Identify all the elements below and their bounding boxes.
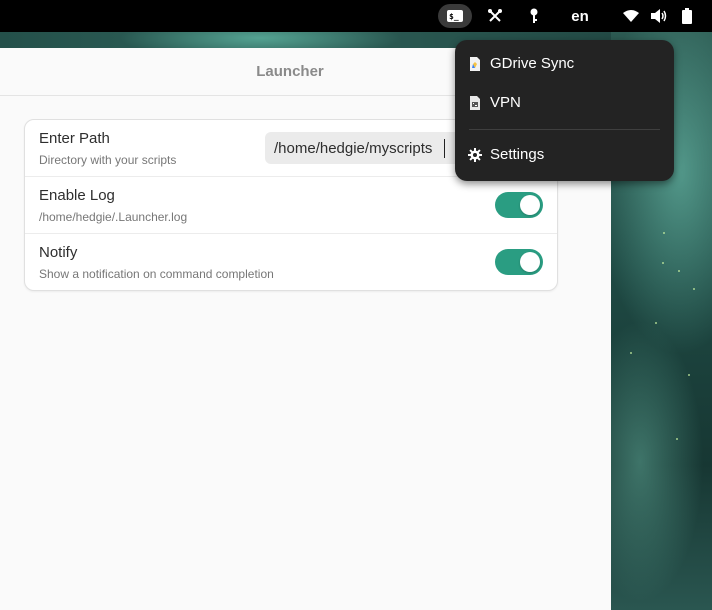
key-indicator[interactable] <box>524 0 544 32</box>
wallpaper-star <box>676 438 678 440</box>
volume-icon <box>651 9 667 23</box>
wifi-icon <box>623 10 639 22</box>
log-toggle[interactable] <box>495 192 543 218</box>
wallpaper-star <box>655 322 657 324</box>
top-bar: $_ en <box>0 0 712 32</box>
indicator-menu: GDrive Sync VPN Settings <box>455 40 674 181</box>
wallpaper-star <box>693 288 695 290</box>
notify-toggle[interactable] <box>495 249 543 275</box>
wallpaper-star <box>663 232 665 234</box>
path-entry[interactable] <box>265 132 465 164</box>
menu-item-label: VPN <box>490 94 521 111</box>
notify-row: Notify Show a notification on command co… <box>25 233 557 290</box>
wallpaper-star <box>662 262 664 264</box>
menu-item-label: Settings <box>490 146 545 163</box>
toggle-knob <box>520 252 540 272</box>
key-icon <box>530 8 538 23</box>
notify-subtitle: Show a notification on command completio… <box>39 267 274 281</box>
wallpaper-star <box>630 352 632 354</box>
toggle-knob <box>520 195 540 215</box>
wallpaper-star <box>688 374 690 376</box>
menu-item-label: GDrive Sync <box>490 55 575 72</box>
log-subtitle: /home/hedgie/.Launcher.log <box>39 210 188 224</box>
wallpaper-star <box>678 270 680 272</box>
path-title: Enter Path <box>39 130 110 147</box>
menu-item-settings[interactable]: Settings <box>455 138 674 172</box>
battery-icon <box>682 8 692 24</box>
terminal-icon: $_ <box>447 10 463 22</box>
keyboard-language[interactable]: en <box>564 0 596 32</box>
battery-indicator[interactable] <box>678 0 696 32</box>
tools-icon <box>488 9 502 22</box>
menu-item-gdrive-sync[interactable]: GDrive Sync <box>455 47 674 81</box>
tools-indicator[interactable] <box>484 0 506 32</box>
text-cursor <box>444 139 445 158</box>
path-subtitle: Directory with your scripts <box>39 153 177 167</box>
menu-separator <box>469 129 660 130</box>
path-input[interactable] <box>265 139 465 157</box>
gear-icon <box>468 148 482 162</box>
notify-title: Notify <box>39 244 78 261</box>
menu-item-vpn[interactable]: VPN <box>455 86 674 120</box>
terminal-indicator[interactable]: $_ <box>438 4 472 28</box>
script-icon <box>470 96 480 110</box>
document-icon <box>470 57 480 71</box>
wifi-indicator[interactable] <box>620 0 642 32</box>
log-title: Enable Log <box>39 187 115 204</box>
volume-indicator[interactable] <box>648 0 670 32</box>
log-row: Enable Log /home/hedgie/.Launcher.log <box>25 176 557 233</box>
